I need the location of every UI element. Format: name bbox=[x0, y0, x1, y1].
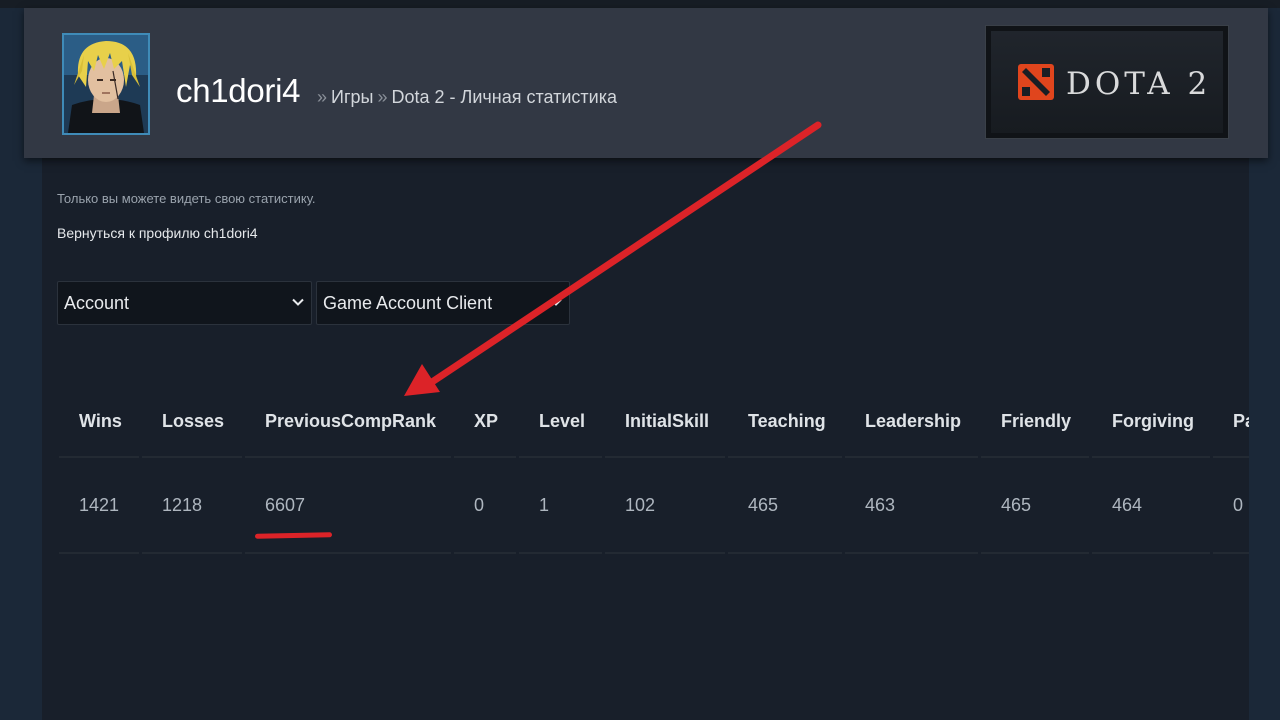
stats-table: Wins Losses PreviousCompRank XP Level In… bbox=[59, 380, 1249, 560]
column-header: Forgiving bbox=[1092, 380, 1210, 458]
chevron-down-icon bbox=[292, 298, 304, 306]
stats-category-select[interactable]: Account bbox=[57, 281, 312, 325]
column-header: InitialSkill bbox=[605, 380, 725, 458]
avatar[interactable] bbox=[62, 33, 150, 135]
avatar-image bbox=[64, 35, 148, 133]
game-logo-text: DOTA 2 bbox=[1066, 66, 1212, 102]
column-header: Partne bbox=[1213, 380, 1249, 458]
column-header: Losses bbox=[142, 380, 242, 458]
stats-page: ch1dori4 » Игры» Dota 2 - Личная статистик… bbox=[0, 0, 1280, 720]
table-cell: 6607 bbox=[245, 458, 451, 554]
breadcrumb-separator: » bbox=[317, 87, 328, 107]
table-cell: 1218 bbox=[142, 458, 242, 554]
table-cell: 463 bbox=[845, 458, 978, 554]
game-logo[interactable]: DOTA 2 bbox=[985, 25, 1229, 139]
table-cell: 465 bbox=[728, 458, 842, 554]
table-cell: 0 bbox=[454, 458, 516, 554]
breadcrumb-games-link[interactable]: Игры bbox=[331, 87, 373, 107]
stats-category-value: Account bbox=[64, 293, 130, 313]
column-header: Level bbox=[519, 380, 602, 458]
profile-name[interactable]: ch1dori4 bbox=[176, 72, 300, 110]
breadcrumb: » Игры» Dota 2 - Личная статистика bbox=[313, 87, 617, 108]
column-header: Teaching bbox=[728, 380, 842, 458]
breadcrumb-dota-stats-link[interactable]: Dota 2 - Личная статистика bbox=[391, 87, 617, 107]
back-to-profile-link[interactable]: Вернуться к профилю ch1dori4 bbox=[57, 225, 258, 241]
column-header: PreviousCompRank bbox=[245, 380, 451, 458]
privacy-notice: Только вы можете видеть свою статистику. bbox=[57, 191, 316, 206]
stats-source-value: Game Account Client bbox=[323, 293, 493, 313]
breadcrumb-separator: » bbox=[377, 87, 388, 107]
stats-source-select[interactable]: Game Account Client bbox=[316, 281, 570, 325]
top-strip bbox=[0, 0, 1280, 8]
table-cell: 465 bbox=[981, 458, 1089, 554]
chevron-down-icon bbox=[550, 298, 562, 306]
column-header: XP bbox=[454, 380, 516, 458]
table-cell: 1421 bbox=[59, 458, 139, 554]
column-header: Wins bbox=[59, 380, 139, 458]
table-cell: 1 bbox=[519, 458, 602, 554]
table-cell: 0 bbox=[1213, 458, 1249, 554]
column-header: Leadership bbox=[845, 380, 978, 458]
profile-header: ch1dori4 » Игры» Dota 2 - Личная статистик… bbox=[24, 8, 1268, 158]
table-cell: 102 bbox=[605, 458, 725, 554]
column-header: Friendly bbox=[981, 380, 1089, 458]
table-cell: 464 bbox=[1092, 458, 1210, 554]
dota2-emblem-icon bbox=[1018, 64, 1054, 100]
